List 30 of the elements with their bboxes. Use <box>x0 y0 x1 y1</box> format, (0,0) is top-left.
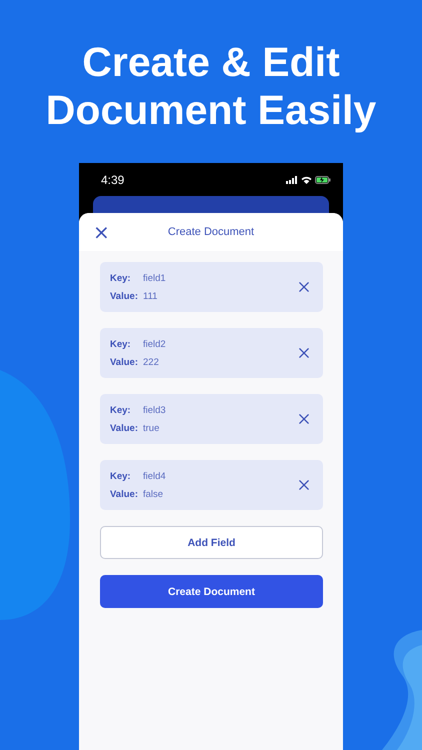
value-label: Value: <box>110 422 139 434</box>
key-label: Key: <box>110 338 132 350</box>
key-label: Key: <box>110 470 132 482</box>
value-text: 222 <box>143 356 160 368</box>
add-field-button[interactable]: Add Field <box>100 526 323 559</box>
value-label: Value: <box>110 290 139 302</box>
key-value: field3 <box>143 404 166 416</box>
key-label: Key: <box>110 404 132 416</box>
signal-icon <box>286 176 298 184</box>
close-button[interactable]: × <box>89 221 114 243</box>
value-label: Value: <box>110 488 139 500</box>
value-text: true <box>143 422 160 434</box>
wifi-icon <box>301 176 312 184</box>
remove-icon[interactable] <box>299 348 309 358</box>
remove-icon[interactable] <box>299 282 309 292</box>
value-label: Value: <box>110 356 139 368</box>
headline-text: Document Easily <box>46 86 376 134</box>
sheet-title: Create Document <box>168 226 254 238</box>
key-label: Key: <box>110 272 132 284</box>
key-value: field1 <box>143 272 166 284</box>
battery-icon <box>315 176 331 184</box>
create-button[interactable]: Create Document <box>100 575 323 608</box>
key-value: field4 <box>143 470 166 482</box>
status-time: 4:39 <box>101 172 124 186</box>
headline-text: Create & Edit <box>82 38 340 86</box>
remove-icon[interactable] <box>299 414 309 424</box>
value-text: 111 <box>143 290 158 302</box>
remove-icon[interactable] <box>299 480 309 490</box>
value-text: false <box>143 488 164 500</box>
key-value: field2 <box>143 338 166 350</box>
